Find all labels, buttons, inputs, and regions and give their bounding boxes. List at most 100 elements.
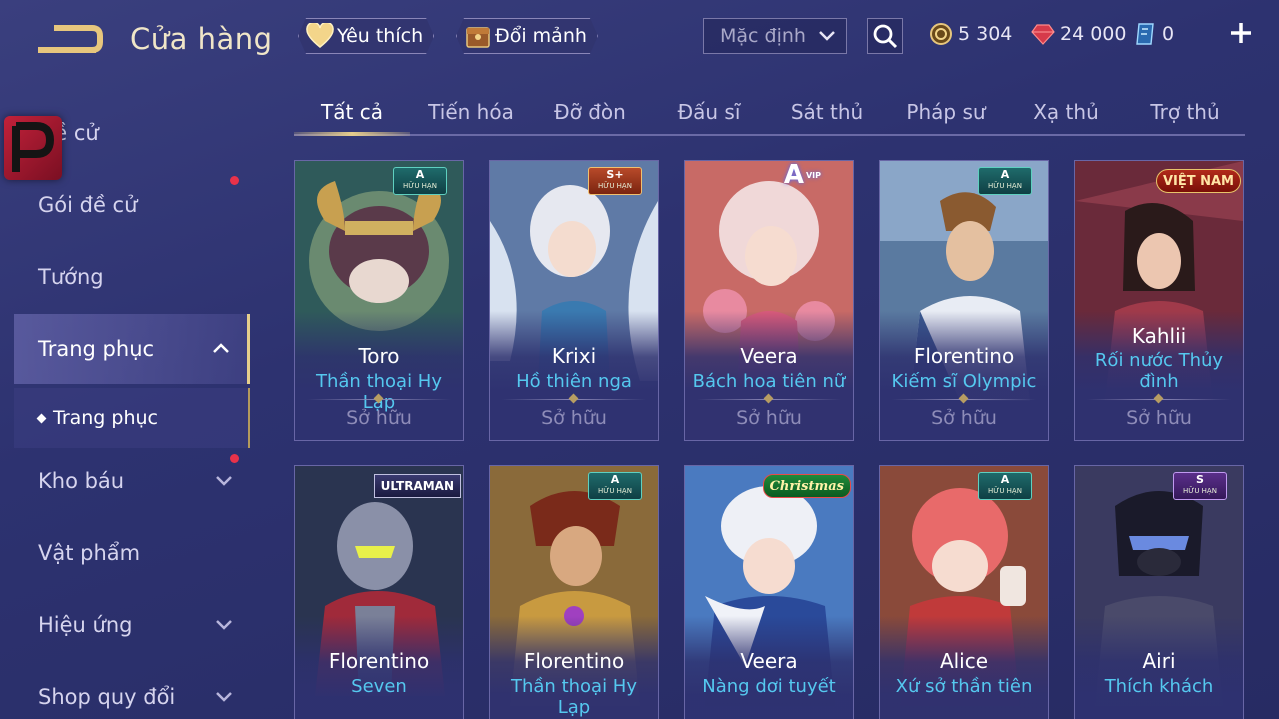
skin-name: Hồ thiên nga [516,371,632,392]
sidebar-item-treasure[interactable]: Kho báu [14,446,250,516]
back-arrow-icon [38,25,103,53]
skin-name: Xứ sở thần tiên [895,676,1033,697]
tab-mage[interactable]: Pháp sư [886,94,1006,134]
rarity-badge: A HỮU HẠN [588,472,642,500]
skin-card[interactable]: A HỮU HẠN Florentino Thần thoại Hy Lạp [489,465,659,719]
tab-tank[interactable]: Đỡ đòn [532,94,648,134]
chevron-down-icon [216,476,232,486]
voucher-icon [1132,21,1158,47]
skin-name: Seven [351,676,407,697]
sidebar-item-items[interactable]: Vật phẩm [14,518,250,588]
rarity-badge: A HỮU HẠN [978,167,1032,195]
ultraman-tag: ULTRAMAN [373,474,461,498]
skin-card[interactable]: A HỮU HẠN Florentino Kiếm sĩ Olympic Sở h… [879,160,1049,441]
ownership-status: Sở hữu [1126,407,1192,429]
page-title: Cửa hàng [130,22,273,56]
sidebar-item-label: Gói đề cử [38,193,138,217]
skin-card[interactable]: S+ HỮU HẠN Krixi Hồ thiên nga Sở hữu [489,160,659,441]
hero-name: Veera [740,649,798,673]
hero-name: Florentino [913,344,1015,368]
ownership-status: Sở hữu [541,407,607,429]
tab-marksman[interactable]: Xạ thủ [1008,94,1124,134]
sidebar-subitem-skins[interactable]: Trang phục [14,388,250,448]
skin-card[interactable]: A HỮU HẠN Alice Xứ sở thần tiên [879,465,1049,719]
sidebar-item-heroes[interactable]: Tướng [14,242,250,312]
favorite-label: Yêu thích [337,25,424,47]
rarity-badge: S HỮU HẠN [1173,472,1227,500]
chevron-down-icon [216,692,232,702]
bullet-icon [36,413,47,423]
hero-name: Toro [358,344,400,368]
ownership-status: Sở hữu [346,407,412,429]
ownership-status: Sở hữu [736,407,802,429]
sidebar-item-exchange-shop[interactable]: Shop quy đổi [14,662,250,719]
sort-dropdown[interactable]: Mặc định [703,18,847,54]
sidebar-item-label: Kho báu [38,469,125,493]
ruby-icon [1030,21,1056,47]
sort-value: Mặc định [720,25,806,47]
chevron-down-icon [216,620,232,630]
gold-value: 5 304 [958,23,1013,45]
skin-card[interactable]: A VIP Veera Bách hoa tiên nữ Sở hữu [684,160,854,441]
skin-name: Kiếm sĩ Olympic [891,371,1037,392]
p-logo-icon [4,116,62,180]
favorite-button[interactable]: Yêu thích [298,18,434,54]
sidebar-item-label: Hiệu ứng [38,613,133,637]
category-tabs: Tất cả Tiến hóa Đỡ đòn Đấu sĩ Sát thủ Ph… [294,94,1245,136]
hero-name: Kahlii [1131,324,1187,348]
coin-icon [928,21,954,47]
skin-name: Rối nước Thủy đình [1094,350,1224,392]
skin-card[interactable]: VIỆT NAM Kahlii Rối nước Thủy đình Sở hữ… [1074,160,1244,441]
skin-card[interactable]: Christmas Veera Nàng dơi tuyết [684,465,854,719]
christmas-tag: Christmas [762,474,851,498]
skin-name: Bách hoa tiên nữ [692,371,846,392]
ruby-currency: 24 000 [1030,20,1126,48]
sidebar-item-label: Shop quy đổi [38,685,176,709]
top-bar: Cửa hàng Yêu thích Đổi mảnh Mặc định 5 3… [0,0,1279,80]
hero-name: Alice [939,649,989,673]
hero-name: Krixi [551,344,597,368]
chest-icon [463,22,493,50]
ruby-value: 24 000 [1060,23,1127,45]
ownership-status: Sở hữu [931,407,997,429]
sidebar: Đề cử Gói đề cử Tướng Trang phục Trang p… [0,90,250,719]
sidebar-item-effects[interactable]: Hiệu ứng [14,590,250,660]
sidebar-item-label: Vật phẩm [38,541,141,565]
exchange-button[interactable]: Đổi mảnh [456,18,598,54]
back-button[interactable] [36,22,104,58]
hero-name: Florentino [523,649,625,673]
skin-card[interactable]: AHỮU HẠN Toro Thần thoại Hy Lạp Sở hữu [294,160,464,441]
search-button[interactable] [867,18,903,54]
notification-dot [230,176,239,185]
tab-fighter[interactable]: Đấu sĩ [650,94,768,134]
tab-evolution[interactable]: Tiến hóa [412,94,530,134]
chevron-up-icon [213,343,229,353]
notification-dot [230,454,239,463]
active-tab-indicator [294,132,410,136]
gold-currency: 5 304 [928,20,1012,48]
heart-icon [305,22,335,50]
tab-support[interactable]: Trợ thủ [1126,94,1244,134]
vip-tag: A VIP [783,160,821,190]
skin-grid: AHỮU HẠN Toro Thần thoại Hy Lạp Sở hữu S… [294,160,1244,719]
sidebar-item-bundles[interactable]: Gói đề cử [14,170,250,240]
sidebar-item-skins[interactable]: Trang phục [14,314,250,384]
skin-name: Thần thoại Hy Lạp [511,676,637,718]
rarity-badge: A HỮU HẠN [393,167,447,195]
rarity-badge: A HỮU HẠN [978,472,1032,500]
sidebar-item-label: Tướng [38,265,104,289]
sidebar-subitem-label: Trang phục [53,407,159,429]
add-currency-button[interactable] [1226,18,1256,48]
tab-all[interactable]: Tất cả [294,94,410,134]
chevron-down-icon [819,31,835,41]
rarity-badge: S+ HỮU HẠN [588,167,642,195]
plus-icon [1231,23,1251,43]
search-icon [873,24,898,49]
vietnam-tag: VIỆT NAM [1155,169,1241,193]
exchange-label: Đổi mảnh [495,25,587,47]
skin-name: Nàng dơi tuyết [702,676,836,697]
skin-card[interactable]: S HỮU HẠN Airi Thích khách [1074,465,1244,719]
skin-name: Thích khách [1104,676,1214,697]
tab-assassin[interactable]: Sát thủ [770,94,884,134]
skin-card[interactable]: ULTRAMAN Florentino Seven [294,465,464,719]
